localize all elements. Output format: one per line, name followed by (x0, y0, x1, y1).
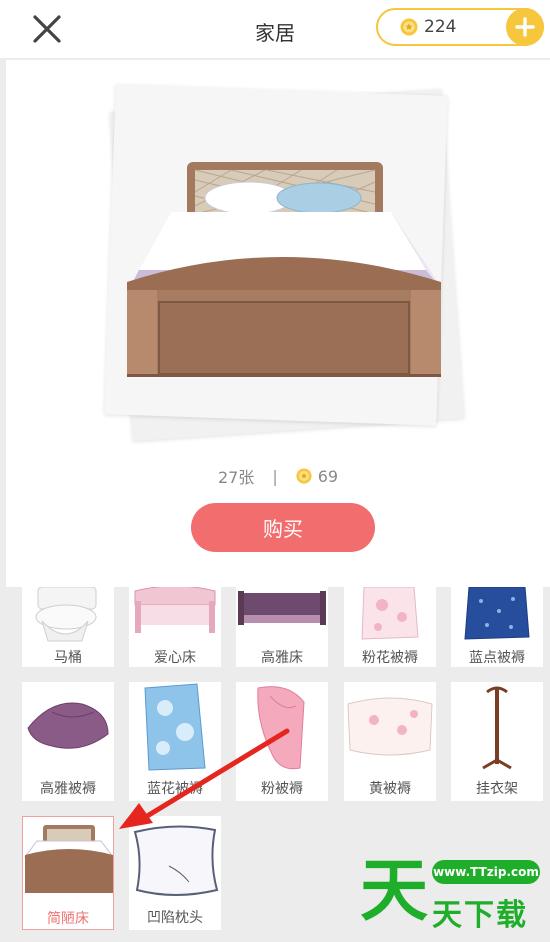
item-label: 爱心床 (154, 650, 196, 666)
list-item[interactable]: 马桶 (22, 587, 114, 667)
list-item[interactable]: 粉花被褥 (344, 587, 436, 667)
toilet-icon (35, 587, 97, 642)
simple-bed-icon (24, 825, 113, 893)
item-label: 黄被褥 (369, 781, 411, 797)
item-detail-card: 27张 | 69 购买 (6, 60, 550, 587)
item-label: 马桶 (54, 650, 82, 666)
yellow-quilt-icon (347, 697, 433, 756)
blue-dot-quilt-icon (464, 587, 530, 640)
item-label: 高雅床 (261, 650, 303, 666)
list-item[interactable]: 爱心床 (129, 587, 221, 667)
item-count: 27张 (217, 468, 255, 487)
list-item[interactable]: 高雅被褥 (22, 682, 114, 801)
watermark-url: www.TTzip.com (432, 860, 540, 884)
svg-text:天: 天 (360, 852, 428, 928)
coin-balance: 224 (376, 8, 544, 46)
item-label: 挂衣架 (476, 781, 518, 797)
coin-icon (296, 468, 312, 484)
plus-icon (515, 17, 535, 37)
item-label: 高雅被褥 (40, 781, 96, 797)
item-label: 蓝点被褥 (469, 650, 525, 666)
watermark-logo: 天 (360, 852, 428, 928)
coin-icon (400, 18, 418, 36)
item-label: 粉花被褥 (362, 650, 418, 666)
buy-button[interactable]: 购买 (191, 503, 375, 552)
item-label: 简陋床 (47, 911, 89, 927)
list-item[interactable]: 蓝点被褥 (451, 587, 543, 667)
coin-amount: 224 (424, 17, 457, 37)
watermark-text: 天下载 (432, 898, 528, 933)
list-item[interactable]: 黄被褥 (344, 682, 436, 801)
meta-separator: | (272, 466, 278, 486)
simple-bed-illustration (127, 162, 441, 377)
list-item-selected[interactable]: 简陋床 (22, 816, 114, 930)
floral-quilt-icon (361, 587, 419, 640)
item-price: 69 (317, 466, 339, 486)
coat-rack-icon (482, 686, 512, 770)
purple-bed-icon (238, 591, 326, 625)
purple-quilt-icon (27, 702, 109, 749)
item-label: 凹陷枕头 (147, 910, 203, 926)
top-bar: 家居 224 (0, 0, 550, 58)
list-item[interactable]: 高雅床 (236, 587, 328, 667)
pink-bed-icon (134, 587, 216, 633)
item-meta: 27张 | 69 (6, 464, 550, 488)
list-item[interactable]: 挂衣架 (451, 682, 543, 801)
annotation-arrow (119, 728, 290, 829)
add-coins-button[interactable] (506, 8, 544, 46)
